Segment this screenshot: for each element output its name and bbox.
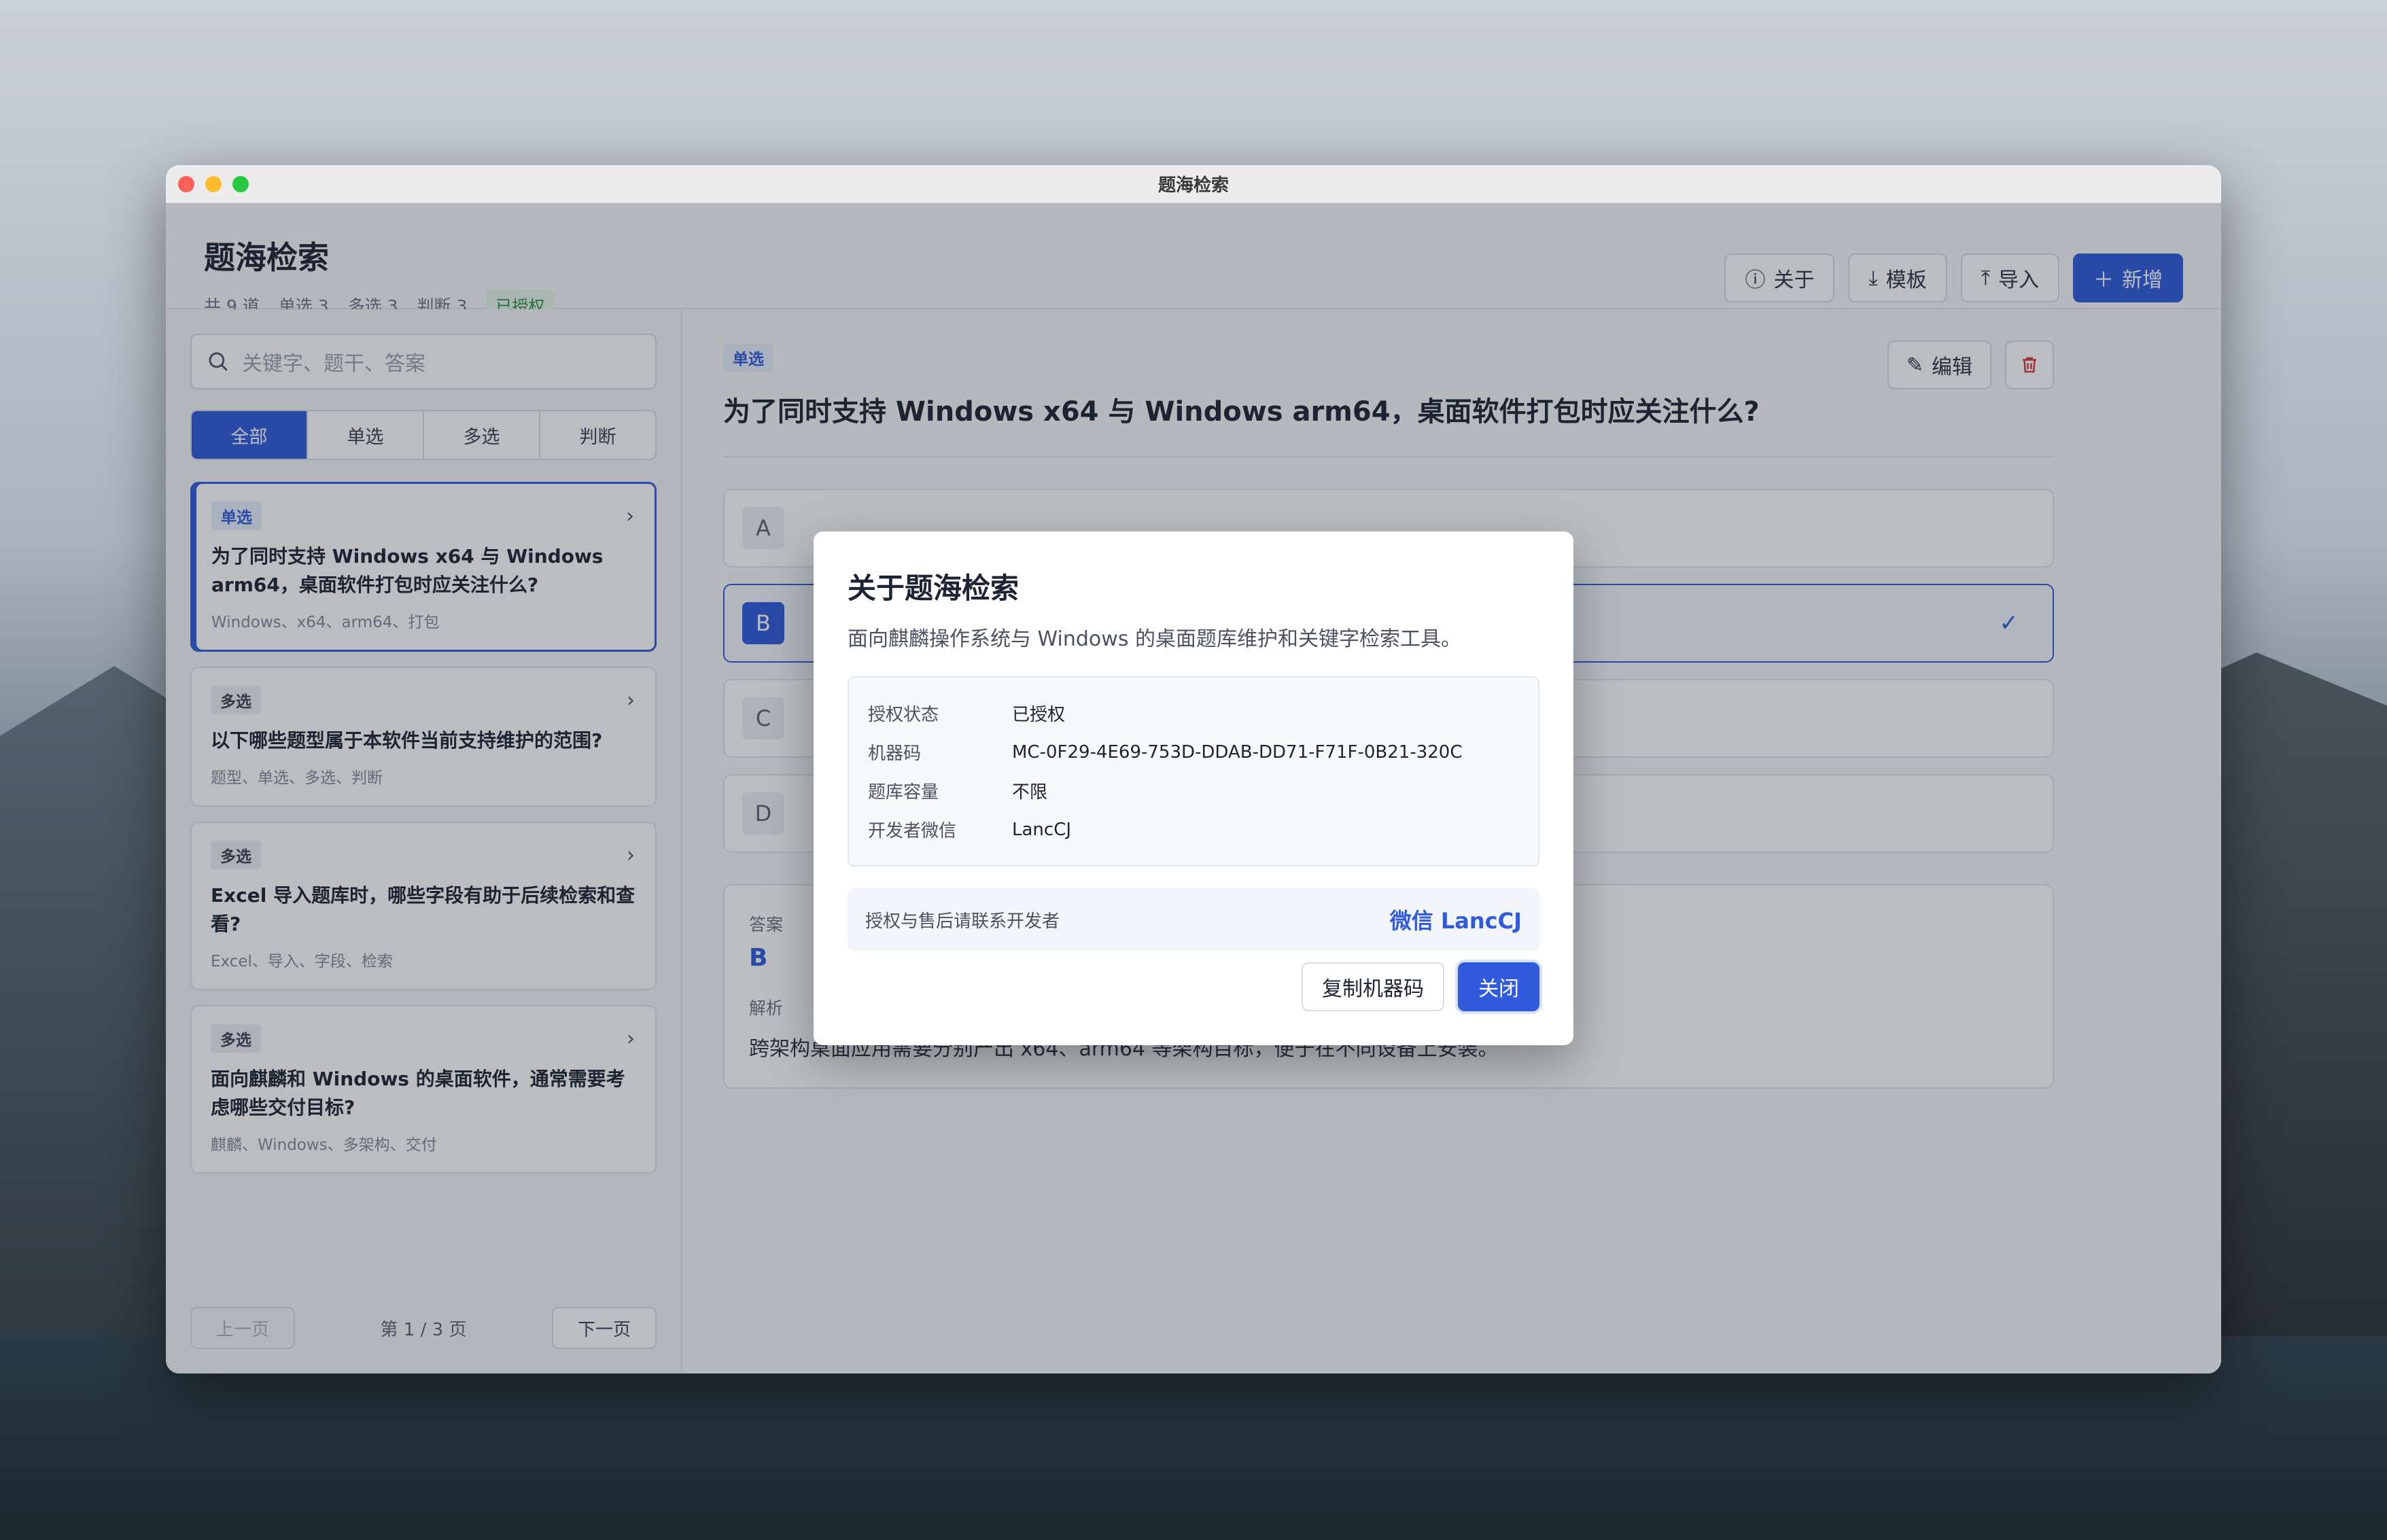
- info-row: 授权状态 已授权: [868, 694, 1519, 733]
- info-key: 授权状态: [868, 705, 939, 725]
- info-key: 开发者微信: [868, 821, 957, 841]
- dialog-title: 关于题海检索: [848, 572, 1020, 605]
- dialog-subtitle: 面向麒麟操作系统与 Windows 的桌面题库维护和关键字检索工具。: [848, 627, 1461, 651]
- about-dialog: 关于题海检索 面向麒麟操作系统与 Windows 的桌面题库维护和关键字检索工具…: [814, 531, 1573, 1045]
- contact-text: 授权与售后请联系开发者: [865, 911, 1060, 932]
- license-info-panel: 授权状态 已授权 机器码 MC-0F29-4E69-753D-DDAB-DD71…: [848, 676, 1539, 867]
- app-window: 题海检索 题海检索 共 9 道 单选 3 多选 3 判断 3 已授权 ⓘ 关于 …: [166, 165, 2221, 1373]
- info-value: LancCJ: [1012, 819, 1072, 840]
- info-row: 开发者微信 LancCJ: [868, 810, 1519, 849]
- close-dialog-button[interactable]: 关闭: [1458, 962, 1539, 1011]
- contact-bar: 授权与售后请联系开发者 微信 LancCJ: [848, 888, 1539, 951]
- copy-machine-code-button[interactable]: 复制机器码: [1302, 962, 1444, 1011]
- info-value: 不限: [1012, 782, 1048, 803]
- info-row: 题库容量 不限: [868, 771, 1519, 810]
- info-key: 题库容量: [868, 782, 939, 803]
- info-value: 已授权: [1012, 705, 1066, 725]
- title-bar: 题海检索: [166, 165, 2221, 203]
- wechat-link[interactable]: 微信 LancCJ: [1390, 904, 1522, 935]
- window-title: 题海检索: [1157, 175, 1229, 196]
- info-row: 机器码 MC-0F29-4E69-753D-DDAB-DD71-F71F-0B2…: [868, 733, 1519, 771]
- machine-code: MC-0F29-4E69-753D-DDAB-DD71-F71F-0B21-32…: [1012, 741, 1463, 763]
- info-key: 机器码: [868, 743, 922, 764]
